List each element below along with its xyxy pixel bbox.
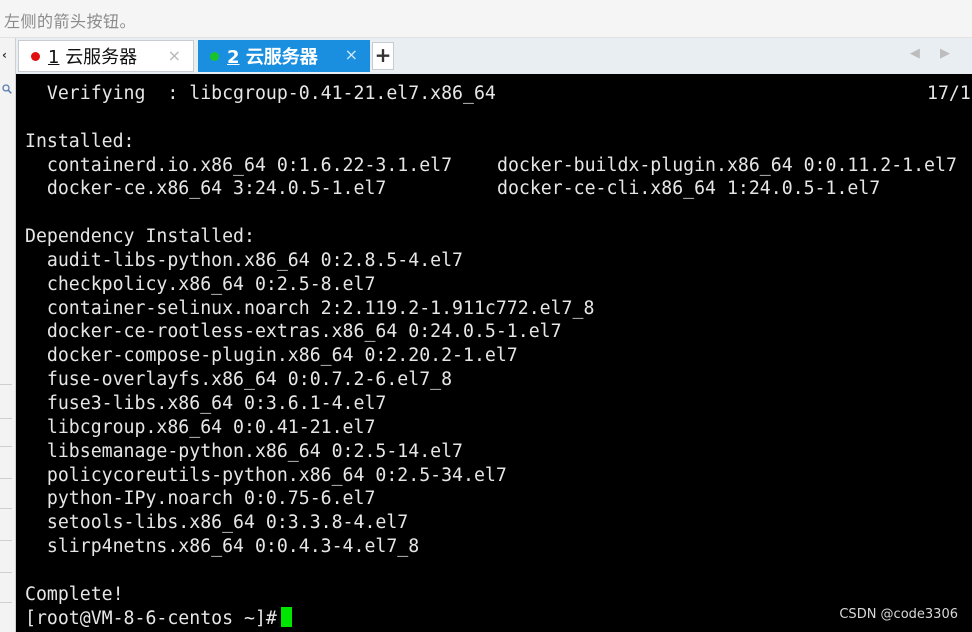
tab-label: 1 云服务器	[48, 47, 138, 68]
terminal-cursor	[280, 606, 292, 627]
status-dot-disconnected-icon	[31, 51, 40, 61]
terminal-lines: Verifying : libcgroup-0.41-21.el7.x86_64…	[25, 82, 972, 631]
terminal-line: fuse-overlayfs.x86_64 0:0.7.2-6.el7_8	[25, 369, 453, 391]
close-tab-icon[interactable]: ×	[345, 45, 358, 64]
session-tab-bar: 1 云服务器 × 2 云服务器 × + ◀ ▶	[16, 38, 972, 74]
terminal-line: libsemanage-python.x86_64 0:2.5-14.el7	[25, 440, 463, 462]
terminal-line: Installed:	[25, 130, 135, 152]
hint-bar: 左侧的箭头按钮。	[0, 0, 972, 38]
terminal-line: slirp4netns.x86_64 0:0.4.3-4.el7_8	[25, 536, 420, 558]
terminal-line: checkpolicy.x86_64 0:2.5-8.el7	[25, 273, 376, 295]
terminal-line: Dependency Installed:	[25, 226, 255, 248]
terminal-line: audit-libs-python.x86_64 0:2.8.5-4.el7	[25, 249, 463, 271]
terminal-line: libcgroup.x86_64 0:0.41-21.el7	[25, 416, 376, 438]
terminal-line: python-IPy.noarch 0:0.75-6.el7	[25, 488, 376, 510]
tab-scroll-arrows[interactable]: ◀ ▶	[910, 46, 958, 61]
status-dot-connected-icon	[210, 51, 219, 61]
terminal-line: policycoreutils-python.x86_64 0:2.5-34.e…	[25, 464, 507, 486]
left-arrow-icon[interactable]: ‹	[2, 48, 7, 62]
add-tab-button[interactable]: +	[372, 42, 394, 70]
tab-label: 2 云服务器	[227, 47, 318, 68]
close-tab-icon[interactable]: ×	[168, 46, 181, 65]
tab-session-2[interactable]: 2 云服务器 ×	[198, 40, 370, 72]
terminal-output[interactable]: Verifying : libcgroup-0.41-21.el7.x86_64…	[16, 74, 972, 632]
terminal-line: docker-ce-rootless-extras.x86_64 0:24.0.…	[25, 321, 562, 343]
tab-session-1[interactable]: 1 云服务器 ×	[18, 40, 194, 72]
progress-counter: 17/17	[927, 83, 972, 104]
terminal-line: setools-libs.x86_64 0:3.3.8-4.el7	[25, 512, 409, 534]
shell-prompt: [root@VM-8-6-centos ~]#	[25, 607, 277, 629]
terminal-line: containerd.io.x86_64 0:1.6.22-3.1.el7 doc…	[25, 154, 957, 176]
terminal-line: container-selinux.noarch 2:2.119.2-1.911…	[25, 297, 595, 319]
left-side-panel: ‹	[0, 38, 16, 632]
terminal-line: Complete!	[25, 583, 124, 605]
search-icon[interactable]	[2, 84, 12, 94]
prompt-line[interactable]: [root@VM-8-6-centos ~]#	[25, 606, 594, 631]
hint-text: 左侧的箭头按钮。	[4, 12, 137, 31]
watermark: CSDN @code3306	[839, 607, 958, 622]
terminal-line: fuse3-libs.x86_64 0:3.6.1-4.el7	[25, 392, 387, 414]
terminal-line: docker-compose-plugin.x86_64 0:2.20.2-1.…	[25, 345, 518, 367]
terminal-line: docker-ce.x86_64 3:24.0.5-1.el7 docker-ce…	[25, 178, 881, 200]
terminal-line: Verifying : libcgroup-0.41-21.el7.x86_64…	[25, 82, 972, 106]
